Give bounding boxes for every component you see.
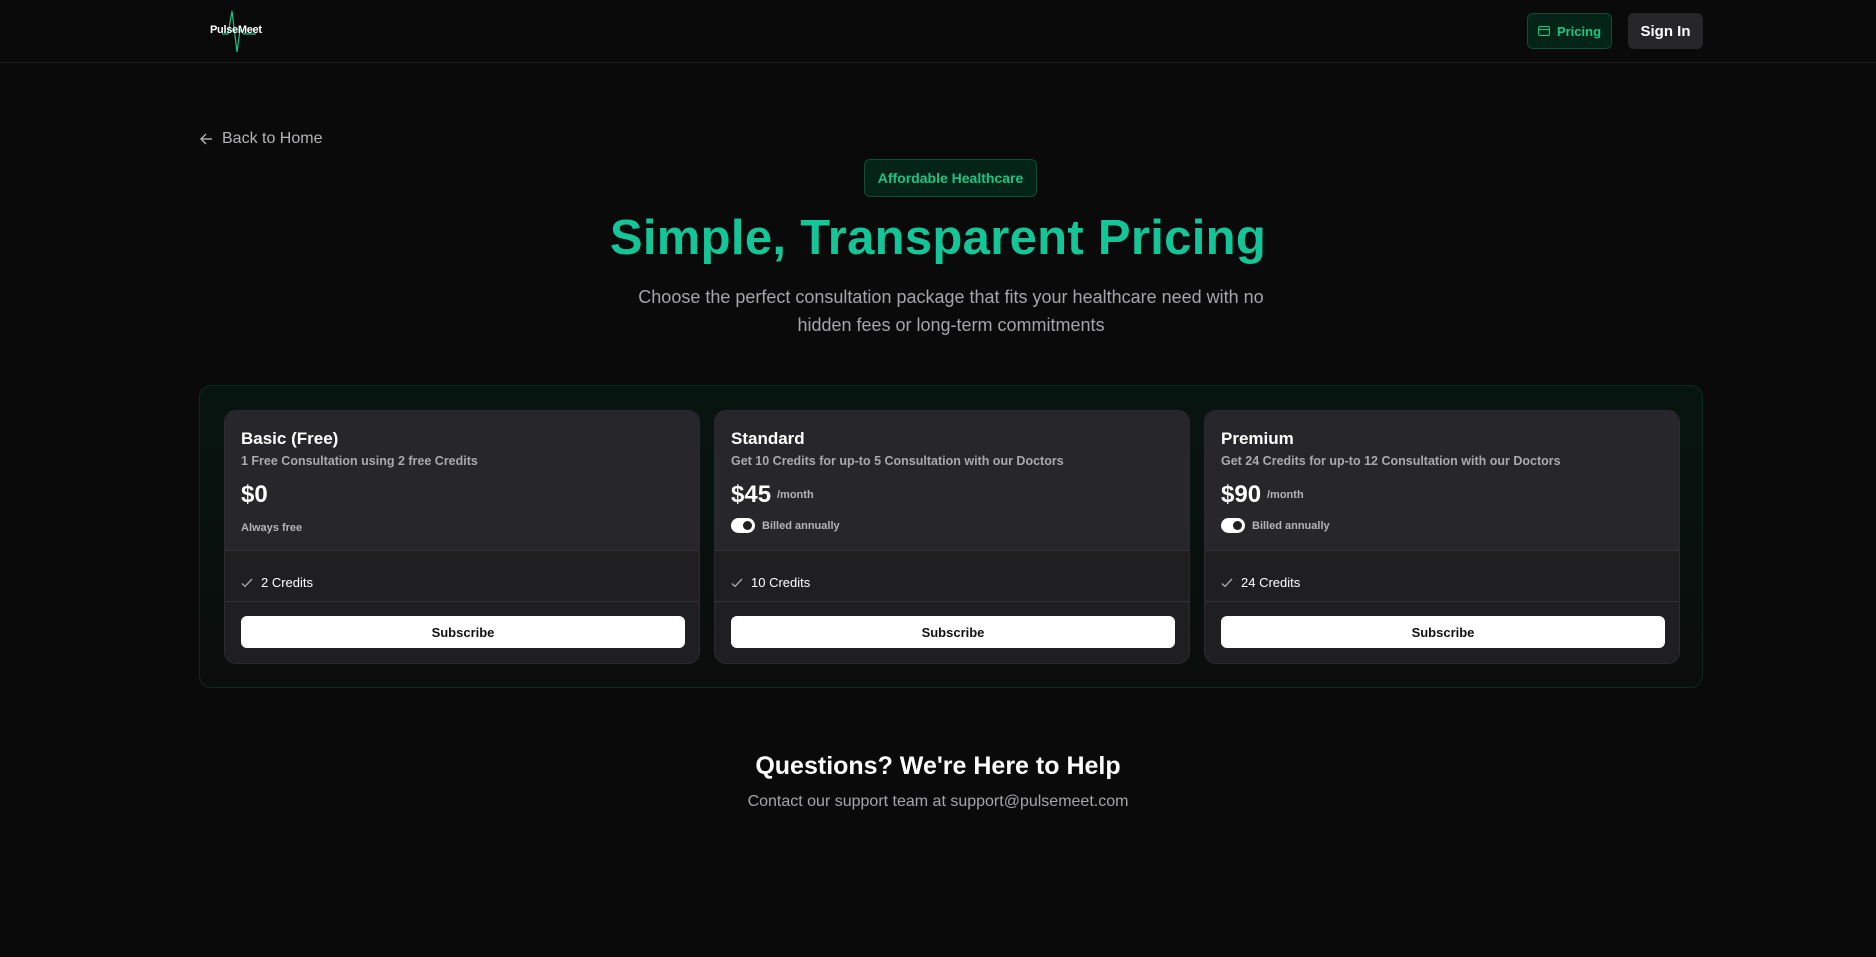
- plan-card-premium: Premium Get 24 Credits for up-to 12 Cons…: [1204, 410, 1680, 664]
- check-icon: [241, 578, 253, 587]
- sign-in-button[interactable]: Sign In: [1628, 13, 1703, 49]
- check-icon: [731, 578, 743, 587]
- pricing-nav-button[interactable]: Pricing: [1527, 13, 1612, 49]
- credit-card-icon: [1538, 26, 1550, 36]
- plan-feature: 10 Credits: [731, 575, 810, 590]
- pricing-nav-label: Pricing: [1556, 23, 1602, 39]
- plan-feature: 2 Credits: [241, 575, 313, 590]
- plan-feature: 24 Credits: [1221, 575, 1300, 590]
- pricing-page: PulseMeet Pricing Sign In Back to Home A…: [0, 0, 1876, 957]
- plan-price: $0: [241, 481, 268, 508]
- top-nav: PulseMeet Pricing Sign In: [0, 0, 1876, 63]
- plan-description: Get 24 Credits for up-to 12 Consultation…: [1221, 454, 1561, 468]
- arrow-left-icon: [200, 133, 212, 145]
- subscribe-button-standard[interactable]: Subscribe: [731, 616, 1175, 648]
- plan-price: $90: [1221, 481, 1262, 508]
- billed-annually-label: Billed annually: [762, 520, 840, 532]
- back-link-label: Back to Home: [222, 130, 323, 147]
- plan-description: 1 Free Consultation using 2 free Credits: [241, 454, 478, 468]
- plan-note: Always free: [241, 522, 303, 534]
- divider: [1205, 601, 1679, 602]
- plan-card-basic: Basic (Free) 1 Free Consultation using 2…: [224, 410, 700, 664]
- plan-name: Basic (Free): [241, 429, 339, 448]
- page-subtitle: Choose the perfect consultation package …: [638, 287, 1264, 335]
- back-to-home-link[interactable]: Back to Home: [200, 128, 322, 150]
- divider: [225, 601, 699, 602]
- plan-feature-label: 10 Credits: [751, 575, 811, 590]
- plan-feature-label: 2 Credits: [261, 575, 314, 590]
- plan-description: Get 10 Credits for up-to 5 Consultation …: [731, 454, 1064, 468]
- billed-annually-label: Billed annually: [1252, 520, 1330, 532]
- pricing-panel: Basic (Free) 1 Free Consultation using 2…: [199, 385, 1703, 688]
- plan-feature-label: 24 Credits: [1241, 575, 1301, 590]
- plan-period: /month: [777, 489, 814, 501]
- billed-annually-toggle[interactable]: [731, 518, 755, 533]
- check-icon: [1221, 578, 1233, 587]
- plan-card-standard: Standard Get 10 Credits for up-to 5 Cons…: [714, 410, 1190, 664]
- plan-name: Premium: [1221, 429, 1294, 448]
- plan-period: /month: [1267, 489, 1304, 501]
- plan-name: Standard: [731, 429, 805, 448]
- subscribe-button-premium[interactable]: Subscribe: [1221, 616, 1665, 648]
- help-contact-text: Contact our support team at support@puls…: [747, 793, 1129, 810]
- billed-annually-toggle[interactable]: [1221, 518, 1245, 533]
- logo-text: PulseMeet: [210, 24, 262, 36]
- logo[interactable]: PulseMeet: [208, 8, 264, 52]
- page-title: Simple, Transparent Pricing: [609, 211, 1267, 265]
- help-title: Questions? We're Here to Help: [755, 752, 1121, 780]
- plan-price: $45: [731, 481, 772, 508]
- divider: [715, 601, 1189, 602]
- subscribe-button-basic[interactable]: Subscribe: [241, 616, 685, 648]
- affordable-badge: Affordable Healthcare: [864, 159, 1037, 197]
